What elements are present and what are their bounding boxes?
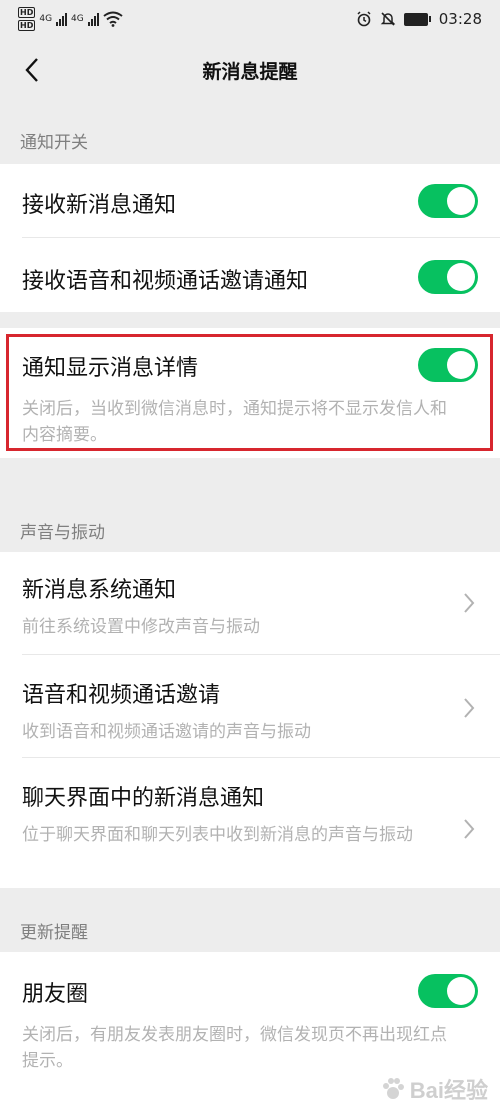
chevron-left-icon	[25, 58, 38, 82]
row-description: 收到语音和视频通话邀请的声音与振动	[22, 722, 311, 742]
clock: 03:28	[438, 10, 482, 28]
section-header-sound: 声音与振动	[20, 523, 105, 543]
status-bar: HD HD 4G 4G 54 03:28	[0, 0, 500, 38]
row-description: 位于聊天界面和聊天列表中收到新消息的声音与振动	[22, 825, 413, 845]
status-right: 54 03:28	[356, 10, 482, 28]
group-sound: 新消息系统通知 前往系统设置中修改声音与振动 语音和视频通话邀请 收到语音和视频…	[0, 552, 500, 888]
status-left: HD HD 4G 4G	[18, 6, 123, 32]
page-title: 新消息提醒	[202, 60, 298, 83]
battery-icon: 54	[403, 12, 431, 26]
row-receive-new-message: 接收新消息通知	[0, 164, 500, 238]
row-receive-call-invite: 接收语音和视频通话邀请通知	[0, 238, 500, 312]
nav-bar: 新消息提醒	[0, 38, 500, 102]
back-button[interactable]	[14, 52, 50, 88]
row-title: 新消息系统通知	[22, 578, 177, 603]
row-call-invite-sound[interactable]: 语音和视频通话邀请 收到语音和视频通话邀请的声音与振动	[0, 655, 500, 758]
signal-icon	[56, 12, 68, 26]
section-header-update: 更新提醒	[20, 923, 88, 943]
row-description: 前往系统设置中修改声音与振动	[22, 617, 260, 637]
chevron-right-icon	[464, 819, 475, 839]
row-title: 语音和视频通话邀请	[22, 683, 221, 708]
row-title: 朋友圈	[22, 982, 89, 1007]
network-type-1: 4G	[39, 14, 53, 24]
hd-top-label: HD	[18, 7, 36, 18]
highlight-annotation	[6, 334, 493, 451]
battery-level: 54	[403, 12, 428, 26]
group-notify-switch: 接收新消息通知 接收语音和视频通话邀请通知	[0, 164, 500, 312]
network-type-2: 4G	[71, 14, 84, 24]
chevron-right-icon	[464, 698, 475, 718]
row-system-notification[interactable]: 新消息系统通知 前往系统设置中修改声音与振动	[0, 552, 500, 655]
mute-icon	[380, 12, 396, 26]
row-chat-new-message[interactable]: 聊天界面中的新消息通知 位于聊天界面和聊天列表中收到新消息的声音与振动	[0, 758, 500, 888]
row-description: 关闭后，有朋友发表朋友圈时，微信发现页不再出现红点提示。	[22, 1025, 447, 1071]
alarm-icon	[357, 11, 371, 27]
row-title: 接收新消息通知	[22, 193, 177, 218]
chevron-right-icon	[464, 593, 475, 613]
paw-icon	[382, 1078, 404, 1099]
toggle-moments[interactable]	[418, 974, 478, 1008]
watermark-text: Bai经验	[409, 1078, 488, 1103]
row-title: 接收语音和视频通话邀请通知	[22, 269, 309, 294]
toggle-receive-call-invite[interactable]	[418, 260, 478, 294]
signal-icon-2	[87, 12, 99, 26]
hd-bottom-label: HD	[18, 20, 36, 31]
section-header-notify: 通知开关	[20, 133, 88, 153]
row-title: 聊天界面中的新消息通知	[22, 786, 265, 811]
wifi-icon	[103, 11, 123, 27]
toggle-receive-new-message[interactable]	[418, 184, 478, 218]
hd-icon: HD HD	[18, 6, 36, 32]
watermark: Bai经验	[380, 1073, 488, 1105]
